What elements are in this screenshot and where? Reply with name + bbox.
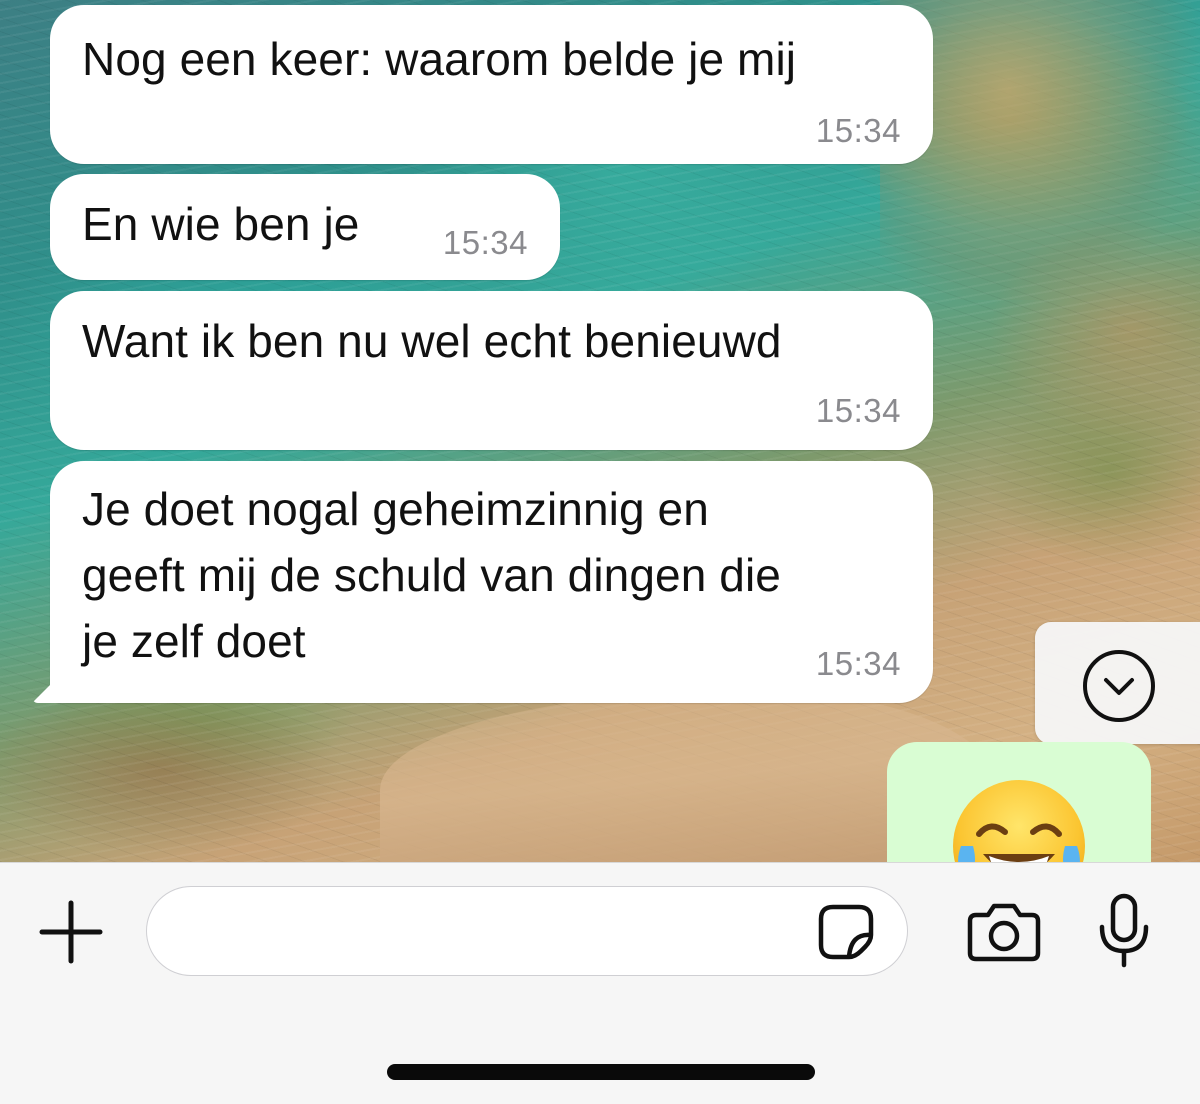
message-bubble-incoming[interactable]: Je doet nogal geheimzinnig en geeft mij … bbox=[50, 461, 933, 703]
message-timestamp: 15:34 bbox=[815, 112, 901, 149]
message-bubble-outgoing[interactable] bbox=[887, 742, 1151, 862]
camera-button[interactable] bbox=[966, 901, 1042, 963]
message-bubble-incoming[interactable]: Want ik ben nu wel echt benieuwd 15:34 bbox=[50, 291, 933, 450]
message-text: Nog een keer: waarom belde je mij bbox=[82, 33, 797, 85]
camera-icon bbox=[967, 903, 1041, 962]
face-with-tears-of-joy-icon bbox=[953, 780, 1085, 862]
message-bubble-incoming[interactable]: En wie ben je 15:34 bbox=[50, 174, 560, 280]
plus-icon bbox=[39, 900, 103, 964]
message-text: En wie ben je bbox=[82, 198, 360, 250]
attach-button[interactable] bbox=[38, 899, 104, 965]
message-bubble-incoming[interactable]: Nog een keer: waarom belde je mij 15:34 bbox=[50, 5, 933, 164]
home-indicator bbox=[387, 1064, 815, 1080]
input-bar bbox=[0, 862, 1200, 1104]
message-timestamp: 15:34 bbox=[815, 645, 901, 682]
message-text: Je doet nogal geheimzinnig en geeft mij … bbox=[82, 483, 781, 667]
message-timestamp: 15:34 bbox=[815, 392, 901, 429]
message-text: Want ik ben nu wel echt benieuwd bbox=[82, 315, 782, 367]
sticker-icon bbox=[818, 904, 874, 960]
sticker-button[interactable] bbox=[817, 903, 875, 961]
microphone-icon bbox=[1099, 893, 1149, 968]
microphone-button[interactable] bbox=[1096, 893, 1152, 969]
scroll-to-bottom-button[interactable] bbox=[1035, 622, 1200, 744]
chat-area[interactable]: Nog een keer: waarom belde je mij 15:34 … bbox=[0, 0, 1200, 862]
message-input[interactable] bbox=[146, 886, 908, 976]
message-timestamp: 15:34 bbox=[442, 224, 528, 261]
chevron-down-circle-icon bbox=[1083, 650, 1155, 722]
